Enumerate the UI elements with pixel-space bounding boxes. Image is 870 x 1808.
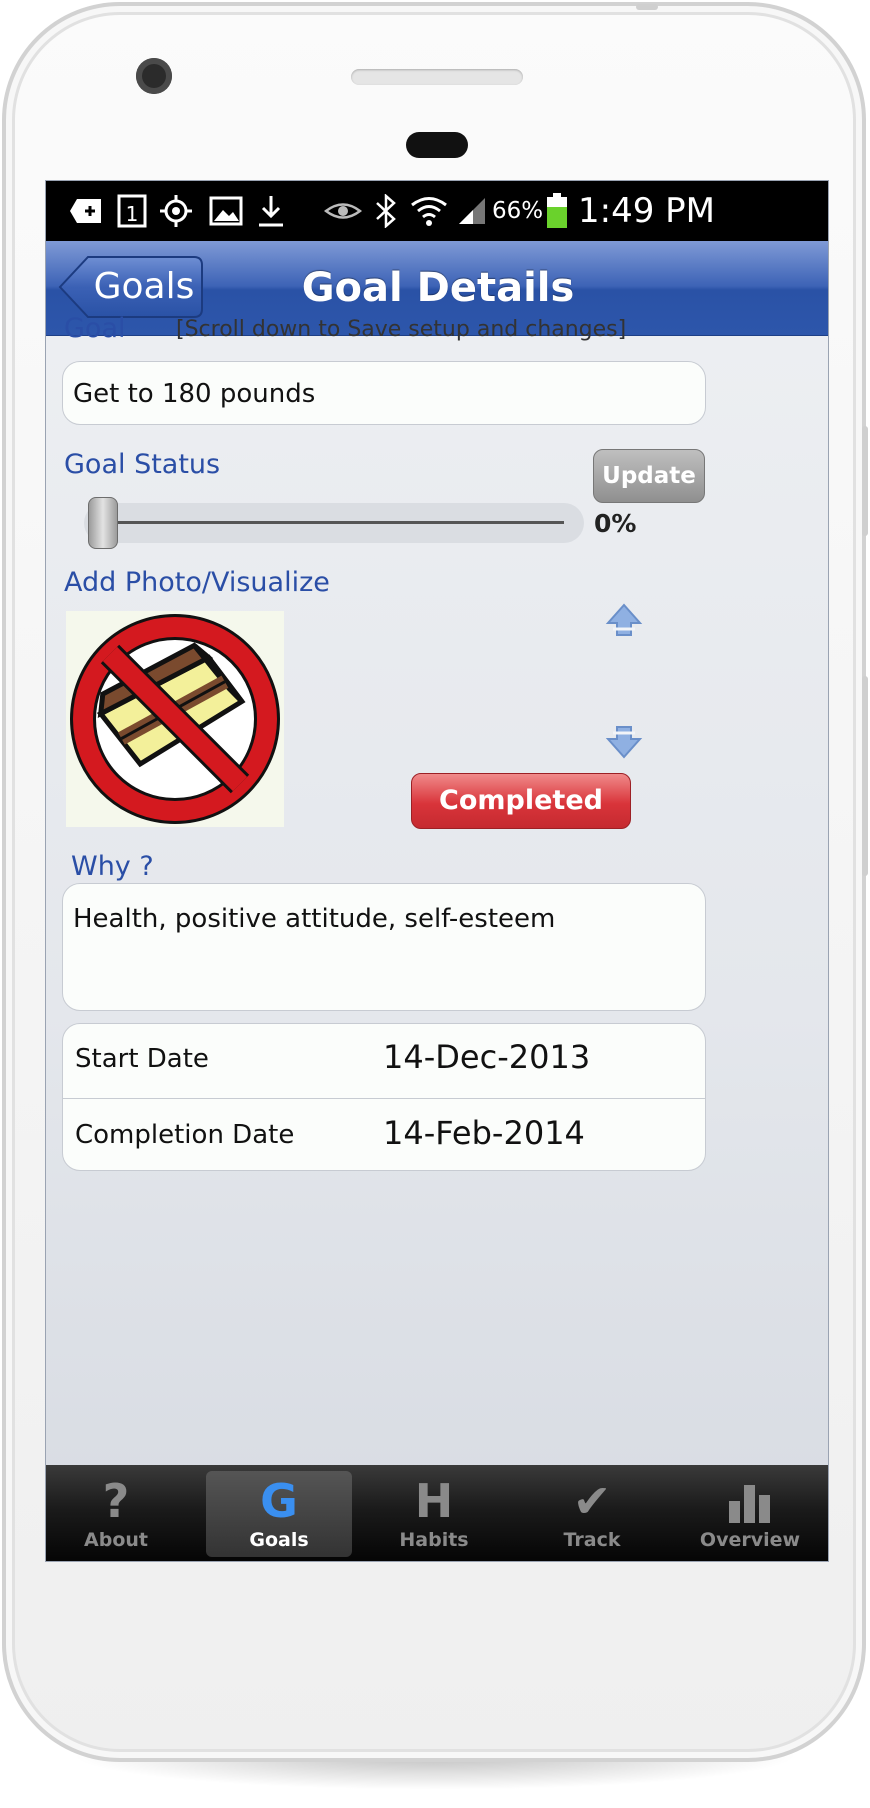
download-icon (251, 191, 291, 231)
power-button (862, 676, 868, 876)
tab-track[interactable]: ✔ Track (524, 1471, 660, 1557)
start-date-label: Start Date (75, 1044, 209, 1074)
tab-about-label: About (84, 1529, 148, 1551)
tab-goals-label: Goals (249, 1529, 309, 1551)
clock: 1:49 PM (578, 191, 715, 231)
svg-text:1: 1 (126, 202, 139, 226)
completion-date-label: Completion Date (75, 1120, 295, 1150)
image-icon (206, 191, 246, 231)
tab-habits-label: Habits (399, 1529, 469, 1551)
divider (63, 1098, 705, 1099)
earpiece-speaker (351, 69, 523, 85)
tab-track-label: Track (563, 1529, 621, 1551)
dates-table: Start Date 14-Dec-2013 Completion Date 1… (62, 1023, 706, 1171)
proximity-sensor (406, 132, 468, 158)
wifi-icon (408, 191, 450, 231)
why-field-value: Health, positive attitude, self-esteem (73, 904, 556, 934)
update-button[interactable]: Update (593, 449, 705, 503)
move-down-arrow-icon[interactable] (604, 721, 644, 761)
status-bar: 1 66% 1:49 PM (46, 181, 828, 241)
location-icon (156, 191, 196, 231)
goals-icon: G (260, 1474, 298, 1528)
habits-icon: H (414, 1474, 454, 1528)
goal-status-percent: 0% (594, 509, 637, 538)
goal-field[interactable]: Get to 180 pounds (62, 361, 706, 425)
bar-chart-icon (682, 1473, 818, 1529)
volume-button (862, 426, 868, 536)
why-field[interactable]: Health, positive attitude, self-esteem (62, 883, 706, 1011)
save-hint: [Scroll down to Save setup and changes] (176, 317, 627, 342)
question-icon: ? (102, 1474, 130, 1528)
screen: 1 66% 1:49 PM Goal Details Goals Goal [S… (45, 180, 829, 1562)
start-date-value[interactable]: 14-Dec-2013 (383, 1038, 590, 1076)
why-label: Why ? (71, 851, 154, 882)
front-camera (136, 58, 172, 94)
phone-frame: 1 66% 1:49 PM Goal Details Goals Goal [S… (2, 2, 868, 1762)
back-button-label: Goals (93, 266, 195, 307)
battery-icon (544, 191, 570, 231)
completed-button[interactable]: Completed (411, 773, 631, 829)
add-notification-icon (66, 191, 106, 231)
checkmark-icon: ✔ (572, 1474, 612, 1528)
goal-field-value: Get to 180 pounds (73, 379, 316, 409)
slider-line (104, 521, 564, 524)
signal-icon (456, 191, 488, 231)
completion-date-value[interactable]: 14-Feb-2014 (383, 1114, 585, 1152)
tab-habits[interactable]: H Habits (366, 1471, 502, 1557)
no-cake-image[interactable] (66, 611, 284, 827)
tab-overview-label: Overview (699, 1529, 801, 1551)
bluetooth-icon (369, 191, 403, 231)
add-photo-label[interactable]: Add Photo/Visualize (64, 567, 330, 598)
tab-overview[interactable]: Overview (682, 1471, 818, 1557)
tab-bar: ? About G Goals H Habits ✔ Track Overvie… (46, 1465, 828, 1561)
tab-about[interactable]: ? About (48, 1471, 184, 1557)
goal-label: Goal (64, 313, 126, 344)
battery-percent: 66% (492, 198, 544, 224)
tab-goals[interactable]: G Goals (206, 1471, 352, 1557)
goal-status-label: Goal Status (64, 449, 221, 480)
move-up-arrow-icon[interactable] (604, 601, 644, 641)
eye-icon (321, 191, 365, 231)
back-button[interactable]: Goals (58, 255, 204, 319)
sim-icon: 1 (114, 191, 150, 231)
slider-thumb[interactable] (88, 497, 118, 549)
top-button (636, 4, 658, 10)
